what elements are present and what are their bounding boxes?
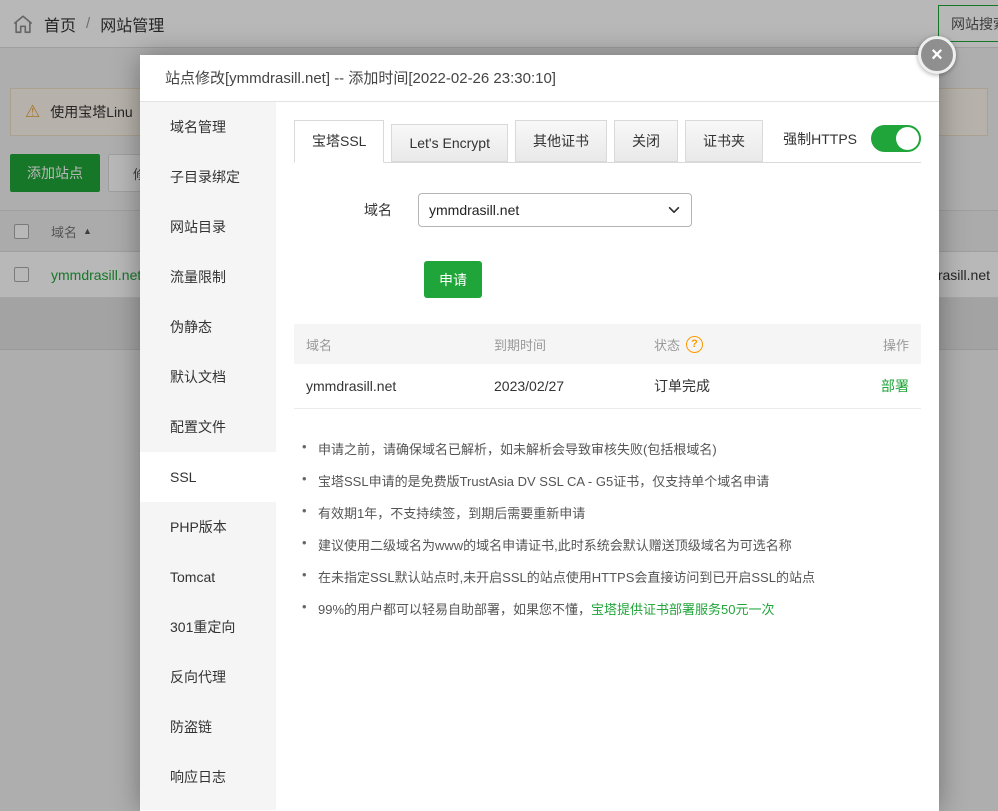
cert-header-domain: 域名 [294,335,494,354]
sidebar-item-traffic-limit[interactable]: 流量限制 [140,252,276,302]
sidebar-item-reverse-proxy[interactable]: 反向代理 [140,652,276,702]
cert-expires: 2023/02/27 [494,378,654,394]
tab-cert-folder[interactable]: 证书夹 [685,120,763,162]
sidebar-item-response-log[interactable]: 响应日志 [140,752,276,802]
cert-header-status: 状态 ? [654,335,859,354]
sidebar-item-hotlink-protect[interactable]: 防盗链 [140,702,276,752]
toggle-knob [896,127,919,150]
sidebar-item-config-file[interactable]: 配置文件 [140,402,276,452]
deploy-service-link[interactable]: 宝塔提供证书部署服务50元一次 [591,602,774,617]
sidebar-item-domain-manage[interactable]: 域名管理 [140,102,276,152]
force-https-toggle[interactable] [871,125,921,152]
sidebar-item-301-redirect[interactable]: 301重定向 [140,602,276,652]
force-https-label: 强制HTTPS [783,129,857,149]
cert-table: 域名 到期时间 状态 ? 操作 ymmdrasill.net 2023/02/2… [294,324,921,409]
note-item: 有效期1年，不支持续签，到期后需要重新申请 [300,503,921,522]
ssl-tabs: 宝塔SSL Let's Encrypt 其他证书 关闭 证书夹 强制HTTPS [294,120,921,163]
tab-close-ssl[interactable]: 关闭 [614,120,678,162]
note-item: 建议使用二级域名为www的域名申请证书,此时系统会默认赠送顶级域名为可选名称 [300,535,921,554]
apply-row: 申请 [424,261,921,298]
tab-baota-ssl[interactable]: 宝塔SSL [294,120,384,163]
site-edit-modal: × 站点修改[ymmdrasill.net] -- 添加时间[2022-02-2… [140,55,939,811]
ssl-notes-list: 申请之前，请确保域名已解析，如未解析会导致审核失败(包括根域名) 宝塔SSL申请… [300,439,921,618]
sidebar-item-site-dir[interactable]: 网站目录 [140,202,276,252]
domain-select[interactable]: ymmdrasill.net [418,193,692,227]
domain-form-row: 域名 ymmdrasill.net [364,193,921,227]
sidebar-item-default-doc[interactable]: 默认文档 [140,352,276,402]
force-https-control: 强制HTTPS [783,125,921,162]
apply-button[interactable]: 申请 [424,261,482,298]
modal-body: 域名管理 子目录绑定 网站目录 流量限制 伪静态 默认文档 配置文件 SSL P… [140,102,939,810]
cert-domain: ymmdrasill.net [294,378,494,394]
modal-sidebar: 域名管理 子目录绑定 网站目录 流量限制 伪静态 默认文档 配置文件 SSL P… [140,102,276,810]
note-item: 在未指定SSL默认站点时,未开启SSL的站点使用HTTPS会直接访问到已开启SS… [300,567,921,586]
modal-title: 站点修改[ymmdrasill.net] -- 添加时间[2022-02-26 … [140,55,939,102]
deploy-link[interactable]: 部署 [881,378,909,394]
note-item: 申请之前，请确保域名已解析，如未解析会导致审核失败(包括根域名) [300,439,921,458]
domain-label: 域名 [364,200,392,220]
cert-table-row: ymmdrasill.net 2023/02/27 订单完成 部署 [294,364,921,409]
ssl-panel: 宝塔SSL Let's Encrypt 其他证书 关闭 证书夹 强制HTTPS … [276,102,939,810]
tab-lets-encrypt[interactable]: Let's Encrypt [391,124,508,162]
cert-header-action: 操作 [859,335,921,354]
sidebar-item-tomcat[interactable]: Tomcat [140,552,276,602]
cert-header-expires: 到期时间 [494,335,654,354]
note-item-with-link: 99%的用户都可以轻易自助部署，如果您不懂，宝塔提供证书部署服务50元一次 [300,599,921,618]
tab-other-cert[interactable]: 其他证书 [515,120,607,162]
note-text: 99%的用户都可以轻易自助部署，如果您不懂， [318,602,591,617]
domain-select-value: ymmdrasill.net [429,202,519,218]
note-item: 宝塔SSL申请的是免费版TrustAsia DV SSL CA - G5证书，仅… [300,471,921,490]
sidebar-item-php-version[interactable]: PHP版本 [140,502,276,552]
chevron-down-icon [667,203,681,217]
cert-table-header: 域名 到期时间 状态 ? 操作 [294,324,921,364]
close-icon[interactable]: × [918,36,956,74]
help-icon[interactable]: ? [686,336,703,353]
sidebar-item-subdir-bind[interactable]: 子目录绑定 [140,152,276,202]
cert-status: 订单完成 [654,376,859,396]
sidebar-item-ssl[interactable]: SSL [140,452,276,502]
sidebar-item-rewrite[interactable]: 伪静态 [140,302,276,352]
